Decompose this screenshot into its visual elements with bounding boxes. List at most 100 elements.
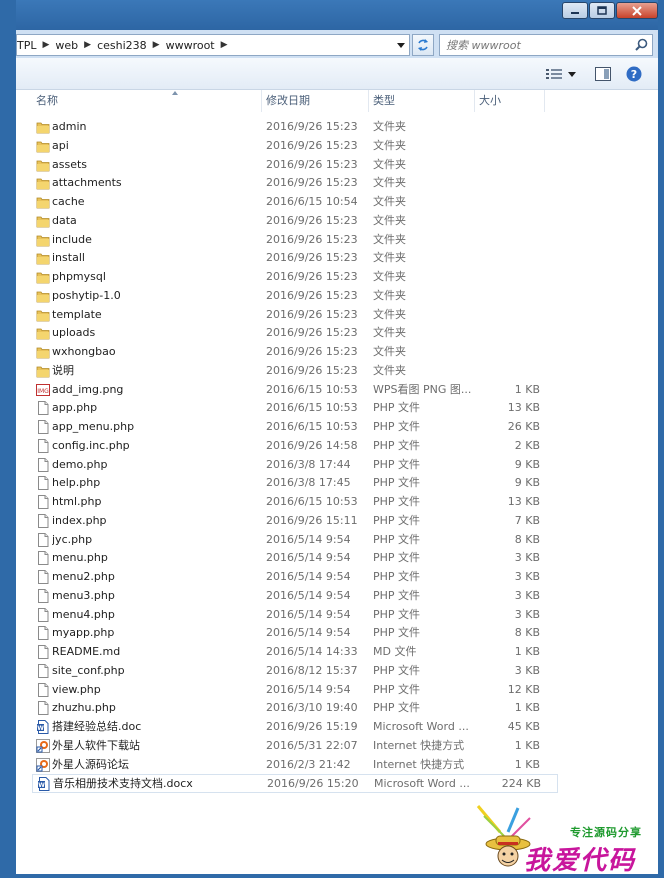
maximize-button[interactable]	[589, 2, 615, 19]
file-row[interactable]: uploads 2016/9/26 15:23 文件夹	[32, 324, 558, 343]
file-row[interactable]: menu.php 2016/5/14 9:54 PHP 文件 3 KB	[32, 549, 558, 568]
maximize-icon	[597, 6, 607, 15]
breadcrumb-tpl[interactable]: TPL	[17, 39, 36, 52]
folder-icon	[36, 139, 50, 153]
file-row[interactable]: 外星人源码论坛 2016/2/3 21:42 Internet 快捷方式 1 KB	[32, 756, 558, 775]
chevron-right-icon[interactable]: ▶	[153, 40, 160, 50]
file-date: 2016/3/8 17:45	[266, 476, 351, 490]
file-date: 2016/6/15 10:53	[266, 420, 358, 433]
search-input[interactable]	[440, 35, 630, 55]
help-button[interactable]: ?	[623, 65, 645, 83]
column-header-date[interactable]: 修改日期	[262, 90, 369, 112]
file-type: PHP 文件	[373, 513, 421, 527]
file-row[interactable]: zhuzhu.php 2016/3/10 19:40 PHP 文件 1 KB	[32, 699, 558, 718]
preview-pane-button[interactable]	[592, 65, 614, 83]
file-row[interactable]: attachments 2016/9/26 15:23 文件夹	[32, 174, 558, 193]
folder-icon	[36, 270, 50, 284]
file-row[interactable]: api 2016/9/26 15:23 文件夹	[32, 137, 558, 156]
file-size	[478, 324, 540, 343]
file-date: 2016/5/14 9:54	[266, 626, 351, 640]
file-row[interactable]: assets 2016/9/26 15:23 文件夹	[32, 156, 558, 175]
file-row[interactable]: W 搭建经验总结.doc 2016/9/26 15:19 Microsoft Word…	[32, 718, 558, 737]
file-row[interactable]: install 2016/9/26 15:23 文件夹	[32, 249, 558, 268]
file-row[interactable]: phpmysql 2016/9/26 15:23 文件夹	[32, 268, 558, 287]
file-row[interactable]: menu3.php 2016/5/14 9:54 PHP 文件 3 KB	[32, 587, 558, 606]
file-type: 文件夹	[373, 157, 406, 171]
breadcrumb-web[interactable]: web	[55, 39, 78, 52]
file-row[interactable]: view.php 2016/5/14 9:54 PHP 文件 12 KB	[32, 681, 558, 700]
file-row[interactable]: wxhongbao 2016/9/26 15:23 文件夹	[32, 343, 558, 362]
file-size	[478, 193, 540, 212]
file-row[interactable]: cache 2016/6/15 10:54 文件夹	[32, 193, 558, 212]
folder-icon	[36, 120, 50, 134]
file-size	[478, 249, 540, 268]
file-date: 2016/9/26 15:23	[266, 120, 358, 133]
file-date: 2016/5/14 9:54	[266, 570, 351, 583]
view-options-dropdown[interactable]	[566, 65, 578, 83]
chevron-right-icon[interactable]: ▶	[42, 40, 49, 50]
file-type: 文件夹	[373, 176, 406, 190]
column-header-type-label: 类型	[373, 94, 395, 107]
file-name: menu.php	[52, 551, 108, 565]
minimize-button[interactable]	[562, 2, 588, 19]
breadcrumb-ceshi238[interactable]: ceshi238	[97, 39, 147, 52]
file-row[interactable]: help.php 2016/3/8 17:45 PHP 文件 9 KB	[32, 474, 558, 493]
file-type: PHP 文件	[373, 532, 421, 546]
file-row[interactable]: config.inc.php 2016/9/26 14:58 PHP 文件 2 KB	[32, 437, 558, 456]
file-row[interactable]: app_menu.php 2016/6/15 10:53 PHP 文件 26 KB	[32, 418, 558, 437]
address-dropdown-button[interactable]	[393, 35, 409, 55]
column-header-name[interactable]: 名称	[32, 90, 262, 112]
file-row[interactable]: poshytip-1.0 2016/9/26 15:23 文件夹	[32, 287, 558, 306]
file-name: menu2.php	[52, 570, 115, 583]
file-row[interactable]: site_conf.php 2016/8/12 15:37 PHP 文件 3 KB	[32, 662, 558, 681]
file-row[interactable]: menu2.php 2016/5/14 9:54 PHP 文件 3 KB	[32, 568, 558, 587]
file-size: 2 KB	[514, 438, 540, 452]
file-row[interactable]: admin 2016/9/26 15:23 文件夹	[32, 118, 558, 137]
word-document-icon: W	[37, 777, 51, 792]
close-button[interactable]	[616, 2, 658, 19]
file-size: 3 KB	[514, 607, 540, 621]
preview-pane-icon	[595, 67, 611, 81]
file-row[interactable]: data 2016/9/26 15:23 文件夹	[32, 212, 558, 231]
file-name: README.md	[52, 645, 121, 658]
file-type: 文件夹	[373, 138, 406, 152]
file-row[interactable]: demo.php 2016/3/8 17:44 PHP 文件 9 KB	[32, 456, 558, 475]
image-file-icon: IMG	[36, 383, 50, 397]
chevron-right-icon[interactable]: ▶	[84, 40, 91, 50]
file-name: zhuzhu.php	[52, 701, 116, 715]
address-bar[interactable]: TPL ▶ web ▶ ceshi238 ▶ wwwroot ▶	[16, 34, 410, 56]
file-row[interactable]: myapp.php 2016/5/14 9:54 PHP 文件 8 KB	[32, 624, 558, 643]
file-row[interactable]: app.php 2016/6/15 10:53 PHP 文件 13 KB	[32, 399, 558, 418]
search-box[interactable]	[439, 34, 653, 56]
file-row[interactable]: 说明 2016/9/26 15:23 文件夹	[32, 362, 558, 381]
file-type: 文件夹	[373, 307, 406, 321]
file-row[interactable]: template 2016/9/26 15:23 文件夹	[32, 306, 558, 325]
file-row[interactable]: include 2016/9/26 15:23 文件夹	[32, 231, 558, 250]
file-icon	[36, 645, 50, 659]
breadcrumb-wwwroot[interactable]: wwwroot	[166, 39, 215, 52]
file-name: 外星人源码论坛	[52, 757, 129, 771]
file-row[interactable]: W 音乐相册技术支持文档.docx 2016/9/26 15:20 Microsoft…	[32, 774, 558, 793]
file-name: view.php	[52, 682, 101, 696]
view-details-button[interactable]	[544, 65, 564, 83]
file-row[interactable]: README.md 2016/5/14 14:33 MD 文件 1 KB	[32, 643, 558, 662]
file-size: 3 KB	[514, 663, 540, 677]
folder-icon	[36, 364, 50, 378]
file-name: app_menu.php	[52, 420, 135, 433]
file-row[interactable]: html.php 2016/6/15 10:53 PHP 文件 13 KB	[32, 493, 558, 512]
file-date: 2016/9/26 15:23	[266, 251, 358, 265]
file-row[interactable]: jyc.php 2016/5/14 9:54 PHP 文件 8 KB	[32, 531, 558, 550]
column-header-size[interactable]: 大小	[475, 90, 545, 112]
file-type: 文件夹	[373, 232, 406, 246]
column-header-type[interactable]: 类型	[369, 90, 475, 112]
file-row[interactable]: IMG add_img.png 2016/6/15 10:53 WPS看图 PNG 图…	[32, 381, 558, 400]
chevron-down-icon	[397, 42, 405, 48]
search-icon[interactable]	[635, 38, 648, 51]
file-size	[478, 174, 540, 193]
file-row[interactable]: menu4.php 2016/5/14 9:54 PHP 文件 3 KB	[32, 606, 558, 625]
file-row[interactable]: 外星人软件下载站 2016/5/31 22:07 Internet 快捷方式 1 KB	[32, 737, 558, 756]
refresh-button[interactable]	[412, 34, 434, 56]
folder-icon	[36, 251, 50, 265]
file-row[interactable]: index.php 2016/9/26 15:11 PHP 文件 7 KB	[32, 512, 558, 531]
chevron-right-icon[interactable]: ▶	[221, 40, 228, 50]
